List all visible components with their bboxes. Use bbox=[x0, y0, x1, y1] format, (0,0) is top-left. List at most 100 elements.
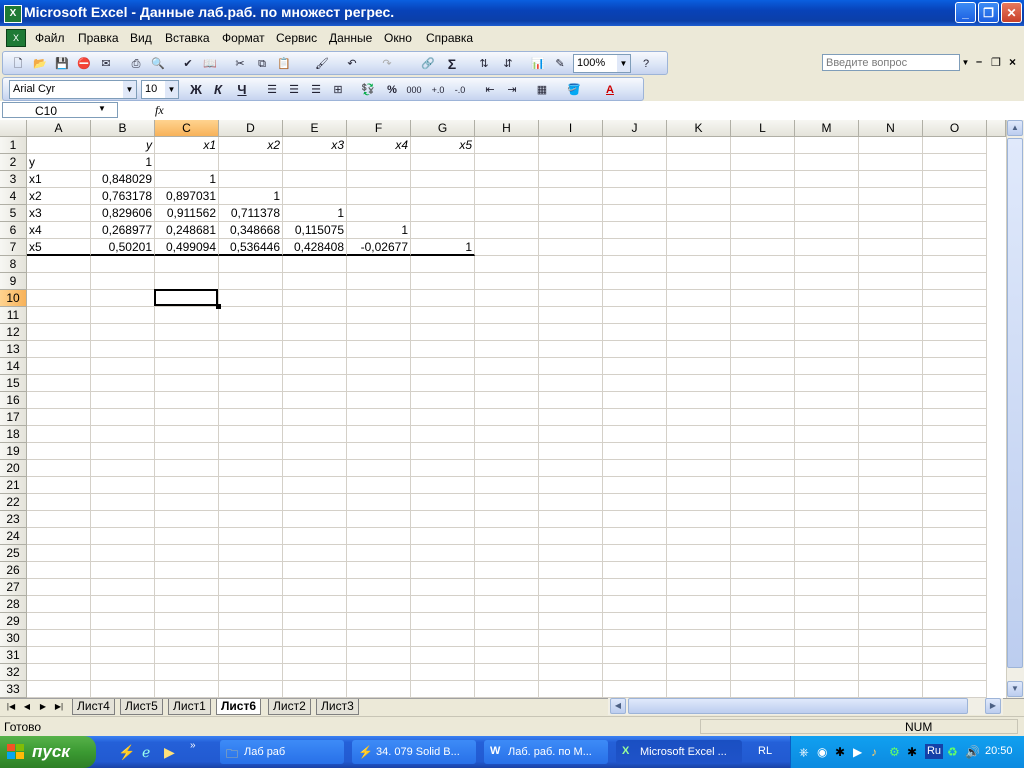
cell-N15[interactable] bbox=[859, 375, 923, 392]
cell-G30[interactable] bbox=[411, 630, 475, 647]
cell-C3[interactable]: 1 bbox=[155, 171, 219, 188]
cell-O10[interactable] bbox=[923, 290, 987, 307]
cell-I6[interactable] bbox=[539, 222, 603, 239]
cell-B12[interactable] bbox=[91, 324, 155, 341]
cell-D9[interactable] bbox=[219, 273, 283, 290]
row-header[interactable]: 7 bbox=[0, 239, 27, 256]
cell-D1[interactable]: x2 bbox=[219, 137, 283, 154]
cell-H16[interactable] bbox=[475, 392, 539, 409]
cell-I21[interactable] bbox=[539, 477, 603, 494]
bold-button[interactable]: Ж bbox=[187, 81, 205, 99]
cell-A10[interactable] bbox=[27, 290, 91, 307]
cell-B10[interactable] bbox=[91, 290, 155, 307]
cell-I3[interactable] bbox=[539, 171, 603, 188]
cell-O20[interactable] bbox=[923, 460, 987, 477]
cell-F18[interactable] bbox=[347, 426, 411, 443]
cell-G4[interactable] bbox=[411, 188, 475, 205]
cell-K19[interactable] bbox=[667, 443, 731, 460]
row-header[interactable]: 2 bbox=[0, 154, 27, 171]
cell-B33[interactable] bbox=[91, 681, 155, 698]
cell-A8[interactable] bbox=[27, 256, 91, 273]
cell-J12[interactable] bbox=[603, 324, 667, 341]
cell-N22[interactable] bbox=[859, 494, 923, 511]
borders-icon[interactable]: ▦ bbox=[533, 81, 551, 99]
cell-D24[interactable] bbox=[219, 528, 283, 545]
cell-L5[interactable] bbox=[731, 205, 795, 222]
cell-L3[interactable] bbox=[731, 171, 795, 188]
cell-A7[interactable]: x5 bbox=[27, 239, 91, 256]
cell-A6[interactable]: x4 bbox=[27, 222, 91, 239]
cell-F16[interactable] bbox=[347, 392, 411, 409]
cell-G8[interactable] bbox=[411, 256, 475, 273]
restore-button[interactable]: ❐ bbox=[978, 2, 999, 23]
cell-M29[interactable] bbox=[795, 613, 859, 630]
column-header[interactable]: D bbox=[219, 120, 283, 137]
cell-B7[interactable]: 0,50201 bbox=[91, 239, 155, 256]
row-header[interactable]: 11 bbox=[0, 307, 27, 324]
cell-F8[interactable] bbox=[347, 256, 411, 273]
cell-C14[interactable] bbox=[155, 358, 219, 375]
cell-F17[interactable] bbox=[347, 409, 411, 426]
cell-B28[interactable] bbox=[91, 596, 155, 613]
active-cell-selection[interactable] bbox=[154, 289, 218, 306]
cell-O17[interactable] bbox=[923, 409, 987, 426]
task-word-doc[interactable]: Лаб. раб. по М... bbox=[484, 740, 608, 764]
cell-B18[interactable] bbox=[91, 426, 155, 443]
cell-H21[interactable] bbox=[475, 477, 539, 494]
cell-J10[interactable] bbox=[603, 290, 667, 307]
cell-O3[interactable] bbox=[923, 171, 987, 188]
ask-question-input[interactable]: Введите вопрос bbox=[822, 54, 960, 71]
row-header[interactable]: 28 bbox=[0, 596, 27, 613]
cell-O15[interactable] bbox=[923, 375, 987, 392]
cell-N9[interactable] bbox=[859, 273, 923, 290]
row-header[interactable]: 18 bbox=[0, 426, 27, 443]
column-header[interactable]: L bbox=[731, 120, 795, 137]
cell-N23[interactable] bbox=[859, 511, 923, 528]
cell-I33[interactable] bbox=[539, 681, 603, 698]
cell-D26[interactable] bbox=[219, 562, 283, 579]
cell-F32[interactable] bbox=[347, 664, 411, 681]
cell-M12[interactable] bbox=[795, 324, 859, 341]
cell-G18[interactable] bbox=[411, 426, 475, 443]
cell-K10[interactable] bbox=[667, 290, 731, 307]
cell-N19[interactable] bbox=[859, 443, 923, 460]
horizontal-scrollbar[interactable]: ◀ ▶ bbox=[608, 698, 1003, 715]
cell-H6[interactable] bbox=[475, 222, 539, 239]
copy-icon[interactable]: ⧉ bbox=[253, 55, 271, 73]
column-header[interactable]: M bbox=[795, 120, 859, 137]
cell-E14[interactable] bbox=[283, 358, 347, 375]
cell-A28[interactable] bbox=[27, 596, 91, 613]
cell-I13[interactable] bbox=[539, 341, 603, 358]
cell-D3[interactable] bbox=[219, 171, 283, 188]
cell-N29[interactable] bbox=[859, 613, 923, 630]
cell-O18[interactable] bbox=[923, 426, 987, 443]
cell-H14[interactable] bbox=[475, 358, 539, 375]
cell-K15[interactable] bbox=[667, 375, 731, 392]
cell-M17[interactable] bbox=[795, 409, 859, 426]
row-header[interactable]: 13 bbox=[0, 341, 27, 358]
row-header[interactable]: 17 bbox=[0, 409, 27, 426]
cell-I1[interactable] bbox=[539, 137, 603, 154]
cell-N31[interactable] bbox=[859, 647, 923, 664]
cell-M23[interactable] bbox=[795, 511, 859, 528]
cell-D5[interactable]: 0,711378 bbox=[219, 205, 283, 222]
tray-utility-icon[interactable]: ⚙ bbox=[889, 745, 900, 759]
cell-D29[interactable] bbox=[219, 613, 283, 630]
open-icon[interactable]: 📂 bbox=[31, 55, 49, 73]
cell-N14[interactable] bbox=[859, 358, 923, 375]
cell-C12[interactable] bbox=[155, 324, 219, 341]
sheet-tab-list1[interactable]: Лист1 bbox=[168, 699, 211, 715]
cell-F30[interactable] bbox=[347, 630, 411, 647]
cell-H22[interactable] bbox=[475, 494, 539, 511]
cell-F14[interactable] bbox=[347, 358, 411, 375]
cell-I23[interactable] bbox=[539, 511, 603, 528]
task-lab-rab[interactable]: Лаб раб bbox=[220, 740, 344, 764]
cell-L9[interactable] bbox=[731, 273, 795, 290]
row-header[interactable]: 25 bbox=[0, 545, 27, 562]
cell-C9[interactable] bbox=[155, 273, 219, 290]
cell-H23[interactable] bbox=[475, 511, 539, 528]
cell-J21[interactable] bbox=[603, 477, 667, 494]
cell-A9[interactable] bbox=[27, 273, 91, 290]
cell-L31[interactable] bbox=[731, 647, 795, 664]
cell-F13[interactable] bbox=[347, 341, 411, 358]
